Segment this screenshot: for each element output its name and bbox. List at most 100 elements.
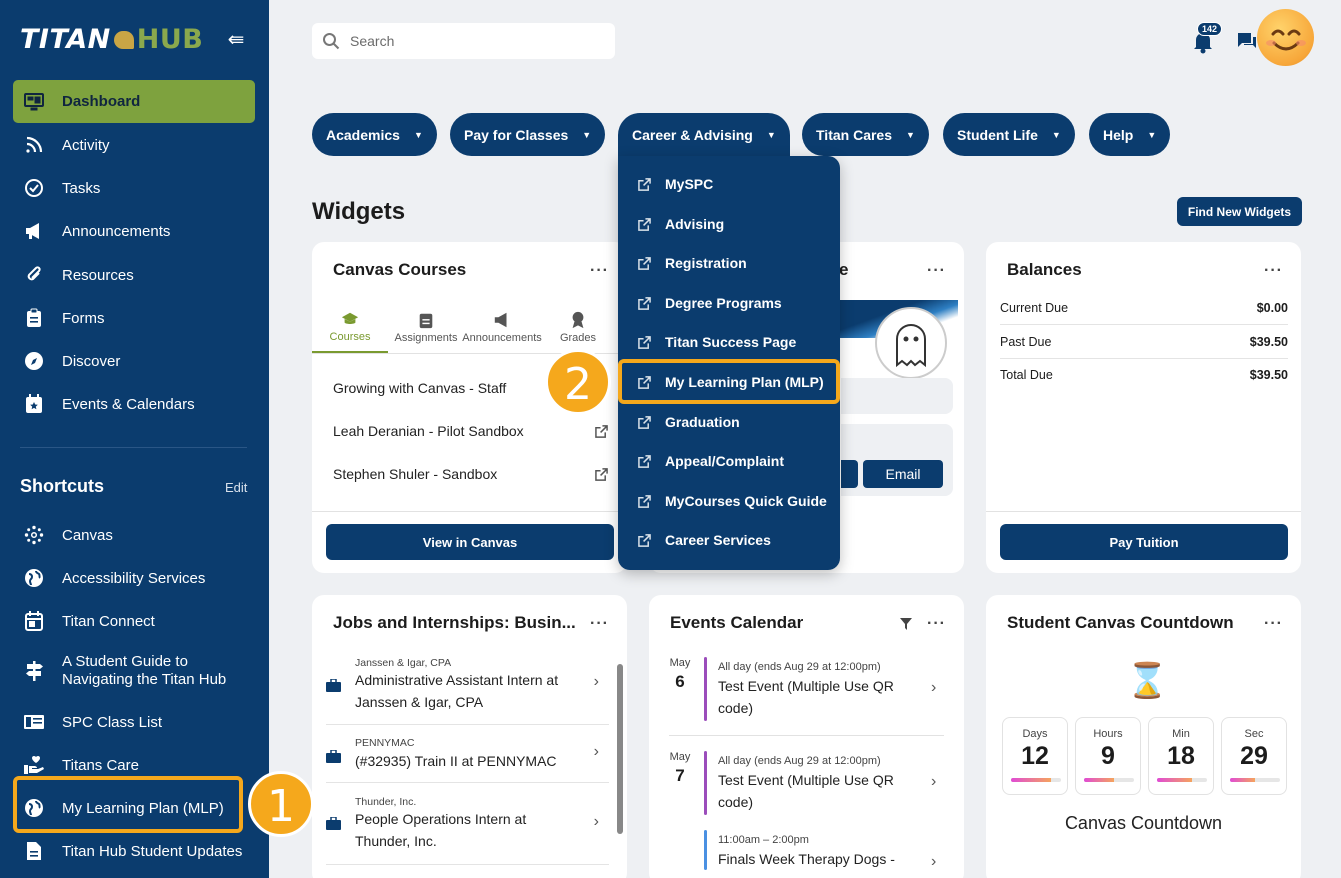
dropdown-item-career-services[interactable]: Career Services xyxy=(622,522,836,558)
shortcut-titan-hub-updates[interactable]: Titan Hub Student Updates xyxy=(13,831,255,871)
nav-announcements[interactable]: Announcements xyxy=(13,211,255,251)
collapse-sidebar-button[interactable]: ⇚ xyxy=(224,30,248,50)
shortcuts-edit-link[interactable]: Edit xyxy=(225,480,247,495)
caret-down-icon: ▼ xyxy=(766,130,776,140)
caret-down-icon: ▼ xyxy=(1147,129,1157,140)
chat-icon xyxy=(1238,33,1256,48)
job-list-item[interactable]: Thunder, Inc. People Operations Intern a… xyxy=(326,783,609,865)
shortcut-canvas[interactable]: Canvas xyxy=(13,515,255,555)
briefcase-icon xyxy=(326,817,341,830)
nav-label: Activity xyxy=(62,136,110,154)
award-icon xyxy=(572,311,584,329)
nav-label: Discover xyxy=(62,352,121,370)
notification-count-badge: 142 xyxy=(1197,22,1223,36)
menu-academics[interactable]: Academics ▼ xyxy=(312,113,437,156)
dropdown-item-registration[interactable]: Registration xyxy=(622,245,836,281)
tab-courses[interactable]: Courses xyxy=(312,302,388,353)
dropdown-item-mycourses-quick-guide[interactable]: MyCourses Quick Guide xyxy=(622,483,836,519)
view-in-canvas-button[interactable]: View in Canvas xyxy=(326,524,614,560)
more-options-button[interactable]: ··· xyxy=(1264,262,1283,280)
clipboard-icon xyxy=(23,307,45,329)
briefcase-icon xyxy=(326,750,341,763)
shortcut-student-guide[interactable]: A Student Guide to Navigating the Titan H… xyxy=(13,649,255,693)
shortcuts-title: Shortcuts xyxy=(20,476,105,496)
jobs-scrollbar[interactable] xyxy=(617,664,623,834)
external-link-icon xyxy=(638,454,651,468)
event-date: May 6 xyxy=(669,657,691,691)
paperclip-icon xyxy=(23,264,45,286)
more-options-button[interactable]: ··· xyxy=(590,262,609,280)
titan-hub-logo[interactable]: TITAN HUB xyxy=(20,24,203,55)
dropdown-item-degree-programs[interactable]: Degree Programs xyxy=(622,285,836,321)
notifications-button[interactable]: 142 xyxy=(1190,22,1223,54)
nav-label: Events & Calendars xyxy=(62,395,195,413)
search-input[interactable]: Search xyxy=(312,23,615,59)
tab-announcements[interactable]: Announcements xyxy=(462,302,542,353)
call-button[interactable] xyxy=(841,460,858,488)
event-date: May 7 xyxy=(669,751,691,785)
nav-events-calendars[interactable]: Events & Calendars xyxy=(13,384,255,424)
shortcut-spc-class-list[interactable]: SPC Class List xyxy=(13,702,255,742)
more-options-button[interactable]: ··· xyxy=(927,262,946,280)
tab-assignments[interactable]: Assignments xyxy=(388,302,464,353)
menu-career-advising[interactable]: Career & Advising ▼ xyxy=(618,113,790,157)
job-list-item[interactable]: Janssen & Igar, CPA Administrative Assis… xyxy=(326,653,609,725)
dropdown-item-appeal-complaint[interactable]: Appeal/Complaint xyxy=(622,443,836,479)
menu-student-life[interactable]: Student Life ▼ xyxy=(943,113,1075,156)
job-list-item[interactable]: PENNYMAC (#32935) Train II at PENNYMAC › xyxy=(326,725,609,783)
briefcase-icon xyxy=(326,679,341,692)
menu-titan-cares[interactable]: Titan Cares ▼ xyxy=(802,113,929,156)
nav-tasks[interactable]: Tasks xyxy=(13,168,255,208)
megaphone-icon xyxy=(494,312,507,328)
find-new-widgets-button[interactable]: Find New Widgets xyxy=(1177,197,1302,226)
pay-tuition-button[interactable]: Pay Tuition xyxy=(1000,524,1288,560)
sidebar: TITAN HUB ⇚ Dashboard Activity Tasks Anno… xyxy=(0,0,269,878)
chevron-right-icon: › xyxy=(931,773,937,790)
shortcut-label: Titan Hub Student Updates xyxy=(62,842,243,860)
course-item[interactable]: Stephen Shuler - Sandbox xyxy=(333,466,608,482)
highlight-box-mlp-dropdown xyxy=(618,359,840,404)
shortcut-titan-connect[interactable]: Titan Connect xyxy=(13,601,255,641)
search-placeholder: Search xyxy=(350,33,395,49)
nav-resources[interactable]: Resources xyxy=(13,255,255,295)
course-item[interactable]: Leah Deranian - Pilot Sandbox xyxy=(333,423,608,439)
nav-activity[interactable]: Activity xyxy=(13,125,255,165)
caret-down-icon: ▼ xyxy=(1051,129,1061,140)
tab-grades[interactable]: Grades xyxy=(540,302,616,353)
nav-discover[interactable]: Discover xyxy=(13,341,255,381)
rss-icon xyxy=(23,134,45,156)
jobs-card: Jobs and Internships: Busin... ··· Janss… xyxy=(312,595,627,878)
filter-icon[interactable] xyxy=(899,617,913,631)
caret-down-icon: ▼ xyxy=(582,129,592,140)
countdown-min: Min 18 xyxy=(1148,717,1214,795)
event-item[interactable]: 11:00am – 2:00pm Finals Week Therapy Dogs… xyxy=(718,834,918,870)
dropdown-item-advising[interactable]: Advising xyxy=(622,206,836,242)
chevron-right-icon: › xyxy=(593,743,599,760)
menu-help[interactable]: Help ▼ xyxy=(1089,113,1171,156)
avatar[interactable] xyxy=(1257,9,1314,66)
nav-forms[interactable]: Forms xyxy=(13,298,255,338)
email-button[interactable]: Email xyxy=(863,460,943,488)
shortcut-label: A Student Guide to Navigating the Titan H… xyxy=(62,653,227,688)
more-options-button[interactable]: ··· xyxy=(927,615,946,633)
dropdown-item-myspc[interactable]: MySPC xyxy=(622,166,836,202)
ghost-icon xyxy=(896,324,926,368)
more-options-button[interactable]: ··· xyxy=(590,615,609,633)
megaphone-icon xyxy=(23,220,45,242)
external-link-icon xyxy=(638,494,651,508)
menu-pay-for-classes[interactable]: Pay for Classes ▼ xyxy=(450,113,606,156)
messages-button[interactable] xyxy=(1236,30,1258,52)
countdown-sec: Sec 29 xyxy=(1221,717,1287,795)
event-color-bar xyxy=(704,751,707,815)
event-item[interactable]: All day (ends Aug 29 at 12:00pm) Test Eve… xyxy=(718,661,918,719)
shortcut-accessibility-services[interactable]: Accessibility Services xyxy=(13,558,255,598)
nav-dashboard[interactable]: Dashboard xyxy=(13,80,255,123)
chevron-right-icon: › xyxy=(593,813,599,830)
more-options-button[interactable]: ··· xyxy=(1264,615,1283,633)
dropdown-item-graduation[interactable]: Graduation xyxy=(622,404,836,440)
card-title: Balances xyxy=(1007,260,1082,279)
shortcut-label: SPC Class List xyxy=(62,713,163,731)
countdown-hours: Hours 9 xyxy=(1075,717,1141,795)
dropdown-item-titan-success-page[interactable]: Titan Success Page xyxy=(622,324,836,360)
event-item[interactable]: All day (ends Aug 29 at 12:00pm) Test Eve… xyxy=(718,755,918,813)
